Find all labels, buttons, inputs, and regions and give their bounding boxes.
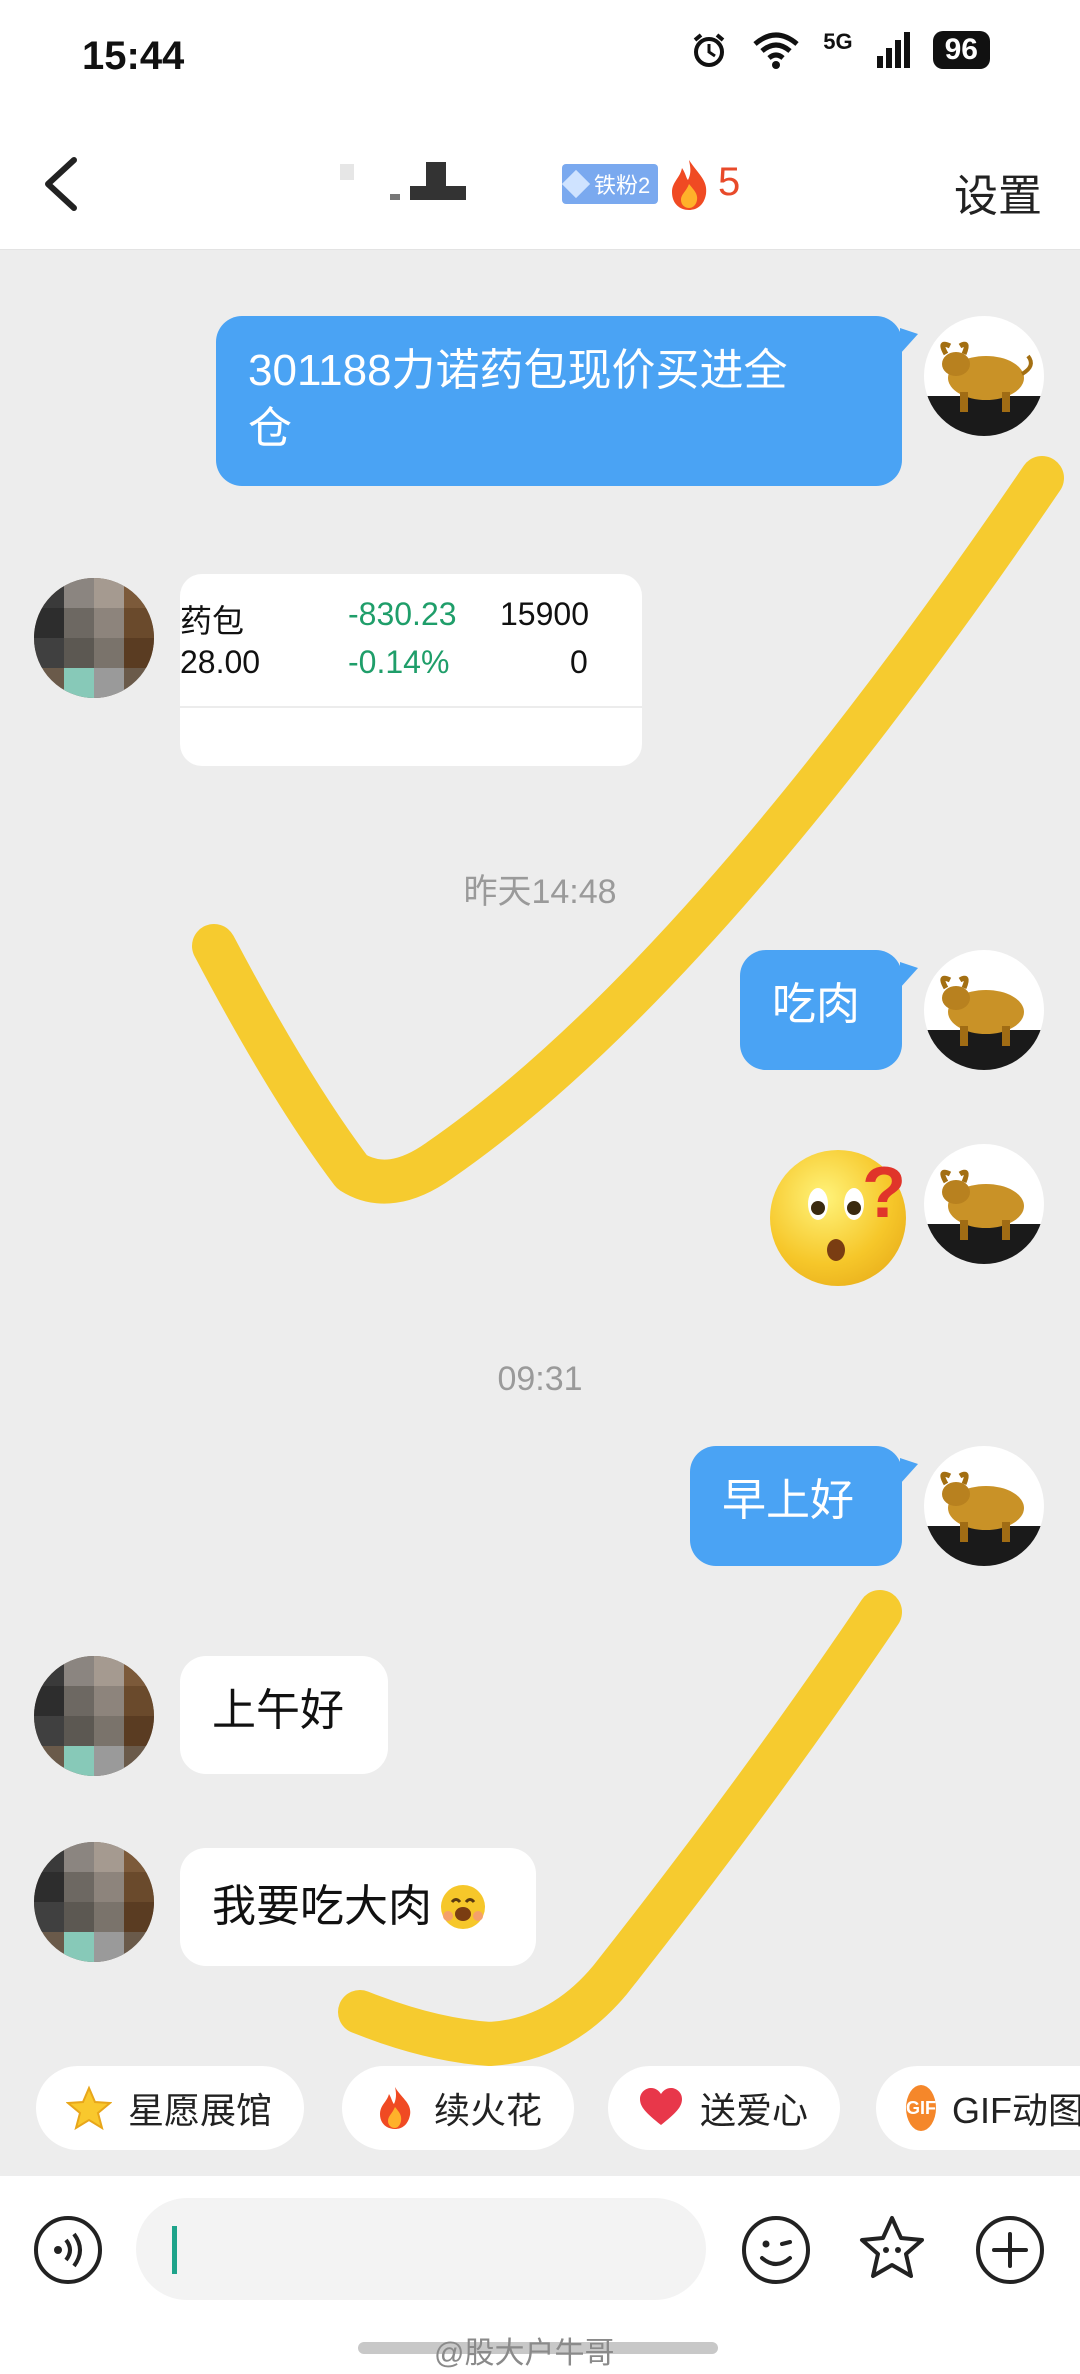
quick-action-star-gallery[interactable]: 星愿展馆 [36, 2066, 305, 2150]
stock-volume-2: 0 [570, 644, 588, 680]
plus-icon[interactable] [974, 2214, 1046, 2286]
contact-name-redacted [340, 162, 466, 200]
bubble-tail [900, 1458, 918, 1484]
message-bubble[interactable]: 我要吃大肉 [180, 1848, 536, 1966]
message-text: 上午好 [212, 1686, 344, 1735]
stock-price: 28.00 [180, 644, 261, 680]
flame-icon [672, 160, 707, 210]
stock-change-percent: -0.14% [348, 644, 450, 680]
my-avatar[interactable] [924, 950, 1044, 1070]
status-bar: 15:44 5G 96 [0, 0, 1080, 120]
chat-timestamp: 09:31 [497, 1360, 583, 1398]
gif-icon: GIF [906, 2085, 936, 2131]
stock-screenshot-card[interactable]: 药包 -830.23 15900 28.00 -0.14% 0 [180, 574, 642, 766]
contact-avatar[interactable] [34, 1842, 154, 1962]
quick-action-label: 续火花 [434, 2090, 543, 2131]
stock-change-amount: -830.23 [348, 596, 457, 632]
pixelated-avatar-icon [34, 1656, 154, 1776]
chat-header: 铁粉2 5 设置 [0, 120, 1080, 250]
quick-action-gif[interactable]: GIF GIF动图 [876, 2066, 1080, 2150]
message-text: 我要吃大肉 [212, 1882, 432, 1931]
wifi-icon [753, 32, 799, 69]
quick-action-send-heart[interactable]: 送爱心 [608, 2066, 841, 2150]
status-time: 15:44 [82, 34, 185, 78]
network-type: 5G [823, 29, 853, 54]
my-avatar[interactable] [924, 316, 1044, 436]
star-icon [66, 2085, 112, 2131]
message-text: 早上好 [722, 1476, 854, 1525]
message-input[interactable] [136, 2198, 706, 2300]
pixelated-avatar-icon [34, 578, 154, 698]
contact-avatar[interactable] [34, 1656, 154, 1776]
quick-action-label: GIF动图 [952, 2090, 1080, 2131]
message-text-line: 301188力诺药包现价买进全 [248, 346, 788, 395]
message-text: 吃肉 [772, 980, 860, 1029]
message-bubble[interactable]: 301188力诺药包现价买进全 仓 [216, 316, 902, 486]
status-icons: 5G 96 [689, 29, 990, 70]
stock-row: 28.00 -0.14% 0 [180, 644, 642, 688]
message-bubble[interactable]: 早上好 [690, 1446, 902, 1566]
stock-row: 药包 -830.23 15900 [180, 596, 642, 640]
flame-icon [380, 2087, 411, 2129]
grin-emoji-icon [441, 1885, 485, 1929]
heart-icon [640, 2088, 682, 2125]
signal-icon [876, 32, 910, 68]
question-mark-icon: ? [862, 1153, 906, 1233]
my-avatar[interactable] [924, 1144, 1044, 1264]
bubble-tail [900, 962, 918, 988]
contact-avatar[interactable] [34, 578, 154, 698]
text-caret [172, 2226, 177, 2274]
bull-avatar-icon [924, 341, 1044, 436]
my-avatar[interactable] [924, 1446, 1044, 1566]
battery-level: 96 [932, 31, 990, 69]
bull-avatar-icon [924, 1471, 1044, 1566]
stock-divider [180, 706, 642, 708]
star-sticker-icon[interactable] [856, 2212, 928, 2284]
watermark: @股大户牛哥 [434, 2337, 615, 2370]
alarm-icon [693, 33, 725, 67]
back-arrow-icon[interactable] [36, 154, 92, 214]
stock-name: 药包 [180, 603, 245, 639]
quick-action-label: 送爱心 [700, 2090, 809, 2131]
fan-level-label: 铁粉2 [594, 173, 651, 198]
bubble-tail [900, 328, 918, 354]
fan-level-badge: 铁粉2 [561, 164, 659, 204]
bull-avatar-icon [924, 1169, 1044, 1264]
emoji-icon[interactable] [740, 2214, 812, 2286]
diamond-icon [561, 169, 591, 199]
voice-icon[interactable] [32, 2214, 104, 2286]
message-bubble[interactable]: 吃肉 [740, 950, 902, 1070]
chat-timestamp: 昨天14:48 [463, 873, 617, 911]
bull-avatar-icon [924, 975, 1044, 1070]
message-bubble[interactable]: 上午好 [180, 1656, 388, 1774]
quick-action-continue-spark[interactable]: 续火花 [342, 2066, 575, 2150]
pixelated-avatar-icon [34, 1842, 154, 1962]
stock-volume: 15900 [500, 596, 589, 632]
settings-button[interactable]: 设置 [954, 160, 1042, 224]
flame-streak-count: 5 [718, 160, 741, 204]
quick-action-label: 星愿展馆 [128, 2090, 273, 2131]
message-text-line: 仓 [248, 404, 292, 453]
